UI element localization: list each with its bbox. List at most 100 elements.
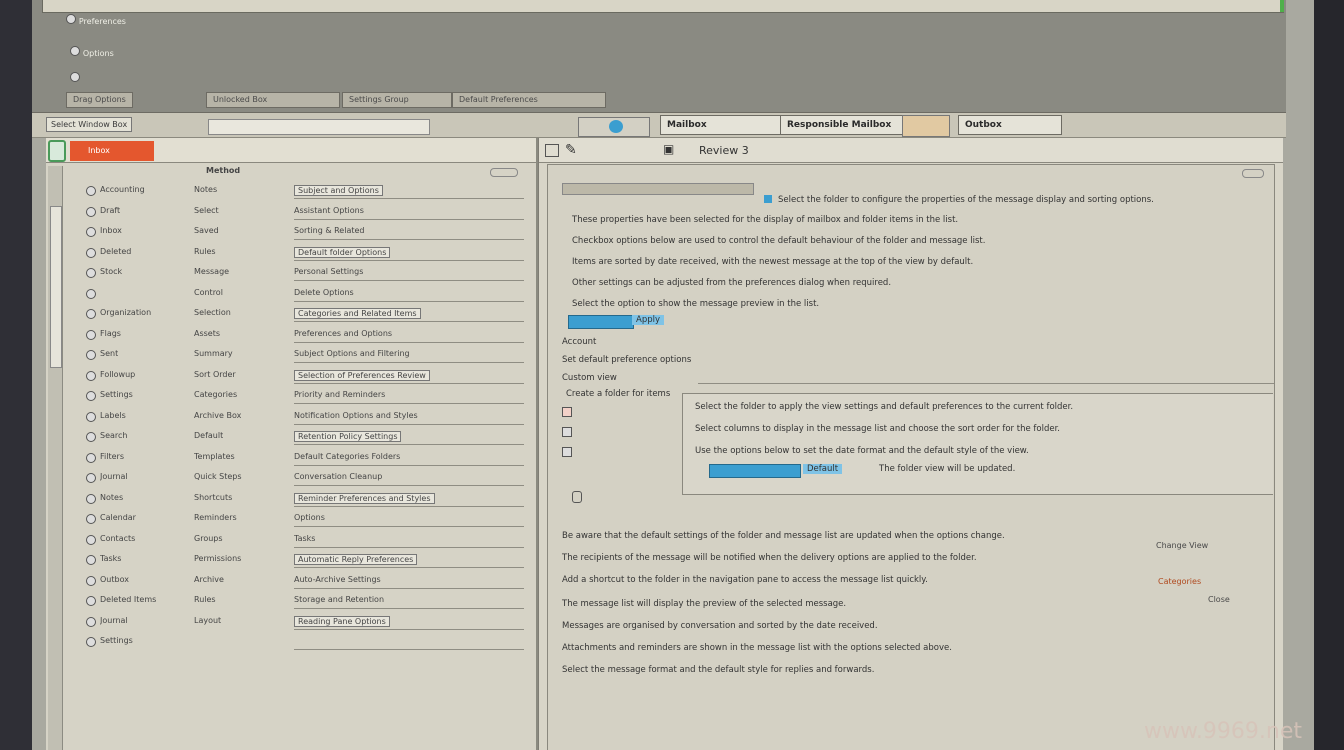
folder-row[interactable]: Control Delete Options	[86, 285, 526, 303]
folder-description: Sorting & Related	[294, 226, 365, 235]
folder-row[interactable]: Inbox Saved Sorting & Related	[86, 223, 526, 241]
folder-icon[interactable]	[86, 493, 96, 504]
checkbox[interactable]	[562, 447, 572, 457]
lock-icon[interactable]	[572, 491, 582, 503]
default-button[interactable]: Default	[803, 464, 843, 474]
folder-row[interactable]: Calendar Reminders Options	[86, 510, 526, 528]
tab-responsible-mailbox[interactable]: Responsible Mailbox	[780, 115, 904, 135]
folder-icon[interactable]	[86, 575, 96, 586]
folder-row[interactable]: Outbox Archive Auto-Archive Settings	[86, 572, 526, 590]
folder-panel: Inbox Method Accounting Notes Subject and …	[46, 138, 538, 750]
folder-icon[interactable]	[86, 268, 96, 278]
change-view-link[interactable]: Change View	[1156, 541, 1208, 550]
radio-icon[interactable]	[70, 72, 80, 82]
option-views[interactable]	[70, 72, 80, 85]
folder-icon[interactable]	[86, 370, 96, 381]
mail-icon[interactable]	[48, 140, 66, 162]
clipboard-icon[interactable]: ▣	[663, 142, 674, 156]
folder-icon[interactable]	[86, 186, 96, 196]
message-panel-header: ✎ ▣ Review 3	[539, 138, 1283, 163]
collapse-icon[interactable]	[490, 168, 518, 177]
folder-row[interactable]: Settings Categories Priority and Reminders	[86, 387, 526, 405]
folder-icon[interactable]	[86, 534, 96, 545]
folder-icon[interactable]	[86, 514, 96, 524]
info-icon	[764, 195, 772, 203]
folder-name: Flags	[100, 328, 121, 338]
unlocked-box-button[interactable]: Unlocked Box	[206, 92, 340, 108]
folder-row[interactable]: Stock Message Personal Settings	[86, 264, 526, 282]
folder-row[interactable]: Flags Assets Preferences and Options	[86, 326, 526, 344]
drag-options-button[interactable]: Drag Options	[66, 92, 133, 108]
scrollbar-thumb[interactable]	[50, 206, 62, 368]
apply-progress[interactable]	[568, 315, 634, 329]
row-divider	[294, 526, 524, 527]
checkbox[interactable]	[562, 427, 572, 437]
folder-row[interactable]: Deleted Rules Default folder Options	[86, 244, 526, 262]
folder-icon[interactable]	[86, 555, 96, 565]
folder-row[interactable]: Notes Shortcuts Reminder Preferences and S…	[86, 490, 526, 508]
globe-icon[interactable]	[609, 120, 623, 133]
tab-inbox[interactable]: Inbox	[70, 141, 154, 161]
select-window-field[interactable]: Select Window Box	[46, 117, 133, 132]
folder-description: Categories and Related Items	[294, 308, 421, 319]
folder-name: Inbox	[100, 226, 122, 235]
close-link[interactable]: Close	[1208, 595, 1230, 604]
folder-row[interactable]: Sent Summary Subject Options and Filtering	[86, 346, 526, 364]
folder-row[interactable]: Search Default Retention Policy Settings	[86, 428, 526, 446]
folder-row[interactable]: Filters Templates Default Categories Folde…	[86, 449, 526, 467]
folder-scrollbar[interactable]	[48, 166, 63, 750]
folder-row[interactable]: Contacts Groups Tasks	[86, 531, 526, 549]
folder-icon[interactable]	[86, 452, 96, 463]
default-preferences-button[interactable]: Default Preferences	[452, 92, 606, 108]
folder-row[interactable]: Labels Archive Box Notification Options an…	[86, 408, 526, 426]
apply-button[interactable]: Apply	[632, 315, 664, 325]
folder-row[interactable]: Settings	[86, 633, 526, 651]
folder-name: Stock	[100, 267, 123, 276]
folder-name: Draft	[100, 205, 121, 215]
categories-link[interactable]: Categories	[1158, 577, 1201, 586]
folder-icon[interactable]	[86, 432, 96, 442]
ribbon-icon-group[interactable]	[578, 117, 650, 137]
option-preferences[interactable]: Preferences	[66, 14, 126, 27]
folder-icon[interactable]	[86, 350, 96, 360]
tab-icon[interactable]	[902, 115, 950, 137]
folder-icon[interactable]	[86, 247, 96, 258]
folder-icon[interactable]	[86, 391, 96, 401]
folder-icon[interactable]	[86, 596, 96, 606]
folder-name: Contacts	[100, 533, 136, 543]
folder-row[interactable]: Organization Selection Categories and Rela…	[86, 305, 526, 323]
checkbox-list	[562, 407, 572, 467]
folder-icon[interactable]	[86, 329, 96, 340]
radio-icon[interactable]	[66, 14, 76, 24]
folder-icon[interactable]	[86, 288, 96, 299]
folder-type: Templates	[194, 451, 235, 461]
radio-icon[interactable]	[70, 46, 80, 56]
folder-row[interactable]: Accounting Notes Subject and Options	[86, 182, 526, 200]
callout-progress[interactable]	[709, 464, 801, 478]
row-divider	[294, 546, 524, 548]
collapse-icon[interactable]	[1242, 169, 1264, 178]
folder-row[interactable]: Deleted Items Rules Storage and Retention	[86, 592, 526, 610]
checkbox[interactable]	[562, 407, 572, 417]
folder-row[interactable]: Journal Layout Reading Pane Options	[86, 613, 526, 631]
folder-icon[interactable]	[86, 206, 96, 217]
settings-group-button[interactable]: Settings Group	[342, 92, 452, 108]
folder-icon[interactable]	[86, 411, 96, 422]
folder-icon[interactable]	[86, 309, 96, 319]
tab-mailbox[interactable]: Mailbox	[660, 115, 784, 135]
checkbox-icon[interactable]	[545, 144, 559, 157]
folder-row[interactable]: Tasks Permissions Automatic Reply Preferen…	[86, 551, 526, 569]
folder-type: Select	[194, 205, 219, 215]
pencil-icon[interactable]: ✎	[565, 142, 577, 158]
tab-outbox[interactable]: Outbox	[958, 115, 1062, 135]
folder-icon[interactable]	[86, 616, 96, 627]
folder-icon[interactable]	[86, 637, 96, 647]
watermark: www.9969.net	[1143, 719, 1302, 744]
folder-icon[interactable]	[86, 227, 96, 237]
folder-row[interactable]: Followup Sort Order Selection of Preferenc…	[86, 367, 526, 385]
folder-row[interactable]: Journal Quick Steps Conversation Cleanup	[86, 469, 526, 487]
folder-icon[interactable]	[86, 473, 96, 483]
window-dropdown[interactable]	[208, 119, 430, 135]
option-options[interactable]: Options	[70, 46, 114, 59]
folder-row[interactable]: Draft Select Assistant Options	[86, 203, 526, 221]
